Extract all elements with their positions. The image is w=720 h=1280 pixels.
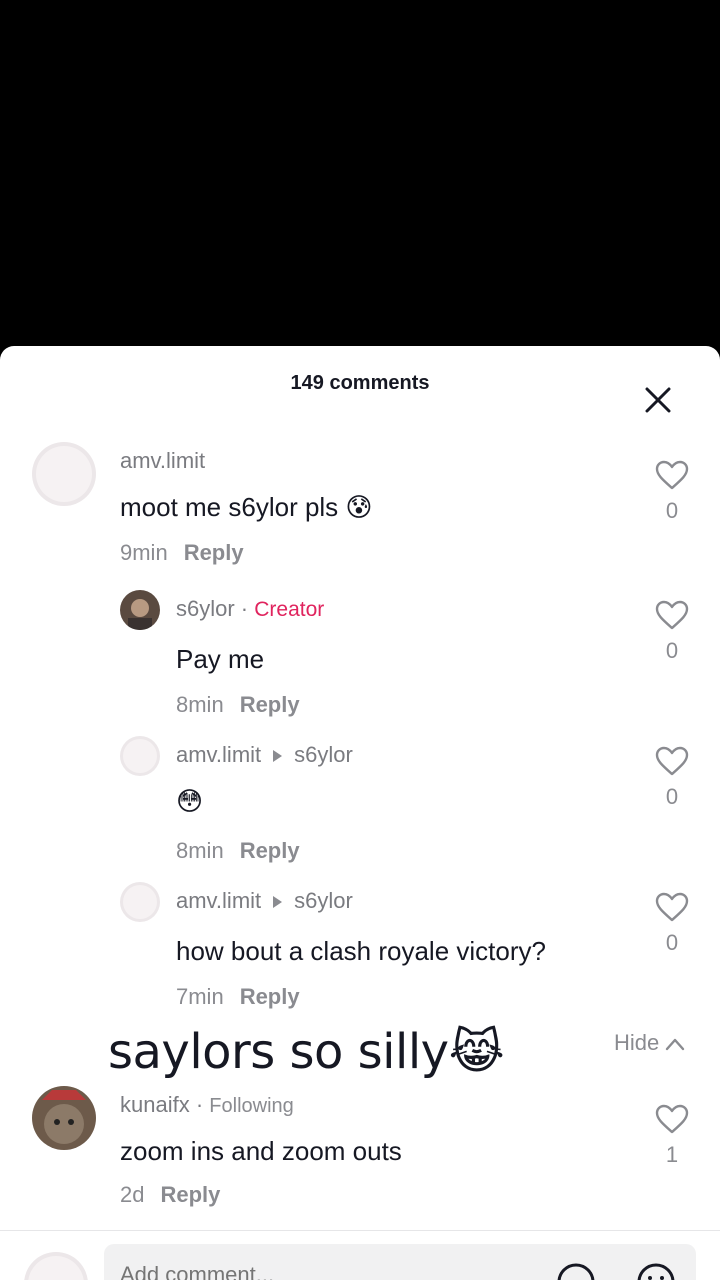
comment-meta: 8min Reply: [176, 692, 300, 718]
username-link[interactable]: kunaifx: [120, 1092, 190, 1117]
comment-meta: 8min Reply: [176, 838, 300, 864]
comment-username: amv.limit s6ylor: [176, 888, 353, 914]
chevron-up-icon: [666, 1038, 685, 1051]
reply-button[interactable]: Reply: [240, 838, 300, 863]
heart-icon: [655, 746, 689, 776]
following-badge: Following: [209, 1095, 294, 1117]
like-button[interactable]: 0: [652, 892, 692, 956]
username-link[interactable]: s6ylor: [176, 596, 235, 621]
avatar[interactable]: [120, 736, 160, 776]
like-count: 0: [665, 784, 679, 809]
comment-text: Pay me: [176, 644, 265, 674]
mention-icon: [557, 1263, 595, 1280]
comment-username: amv.limit s6ylor: [176, 742, 353, 768]
comment-time: 8min: [176, 838, 224, 863]
my-avatar[interactable]: [24, 1252, 88, 1280]
like-count: 0: [665, 638, 679, 663]
avatar[interactable]: [120, 590, 160, 630]
comment-input[interactable]: [120, 1262, 520, 1280]
comment-text: zoom ins and zoom outs: [120, 1136, 402, 1166]
comment-meta: 2d Reply: [120, 1182, 220, 1208]
like-count: 0: [665, 498, 679, 523]
video-caption-overlay: saylors so silly😹: [108, 1024, 505, 1080]
like-count: 1: [665, 1142, 679, 1167]
avatar[interactable]: [32, 1086, 96, 1150]
reply-to-username[interactable]: s6ylor: [294, 742, 353, 767]
avatar[interactable]: [120, 882, 160, 922]
heart-icon: [655, 600, 689, 630]
username-link[interactable]: amv.limit: [176, 742, 261, 767]
comment-time: 8min: [176, 692, 224, 717]
like-button[interactable]: 0: [652, 600, 692, 664]
comment-username: s6ylor · Creator: [176, 596, 325, 621]
comments-count-title: 149 comments: [290, 372, 430, 394]
creator-badge: Creator: [254, 598, 325, 621]
heart-icon: [655, 892, 689, 922]
close-icon: [645, 387, 671, 413]
heart-icon: [655, 460, 689, 490]
comments-sheet: 149 comments amv.limit moot me s6ylor pl…: [0, 346, 720, 1280]
video-area[interactable]: [0, 0, 720, 346]
comment-meta: 9min Reply: [120, 540, 244, 566]
avatar[interactable]: [32, 442, 96, 506]
heart-icon: [655, 1104, 689, 1134]
comment-time: 7min: [176, 984, 224, 1009]
like-count: 0: [665, 930, 679, 955]
comment-meta: 7min Reply: [176, 984, 300, 1010]
reply-button[interactable]: Reply: [184, 540, 244, 565]
like-button[interactable]: 0: [652, 460, 692, 524]
reply-arrow-icon: [273, 750, 283, 763]
comment-time: 9min: [120, 540, 168, 565]
comment-username[interactable]: amv.limit: [120, 448, 205, 474]
comment-time: 2d: [120, 1182, 145, 1207]
reply-button[interactable]: Reply: [240, 692, 300, 717]
like-button[interactable]: 1: [652, 1104, 692, 1168]
comment-text: how bout a clash royale victory?: [176, 936, 546, 966]
hide-replies-button[interactable]: Hide: [614, 1030, 685, 1056]
comment-input-bar[interactable]: [104, 1244, 696, 1280]
comment-username: kunaifx · Following: [120, 1092, 294, 1117]
comment-text: 😳: [176, 786, 204, 816]
reply-arrow-icon: [273, 896, 283, 909]
divider: [0, 1230, 720, 1231]
reply-to-username[interactable]: s6ylor: [294, 888, 353, 913]
emoji-icon: [637, 1263, 675, 1280]
comment-text: moot me s6ylor pls 😰: [120, 492, 373, 522]
hide-label: Hide: [614, 1030, 660, 1055]
close-button[interactable]: [638, 380, 678, 420]
reply-button[interactable]: Reply: [240, 984, 300, 1009]
reply-button[interactable]: Reply: [160, 1182, 220, 1207]
username-link[interactable]: amv.limit: [176, 888, 261, 913]
like-button[interactable]: 0: [652, 746, 692, 810]
